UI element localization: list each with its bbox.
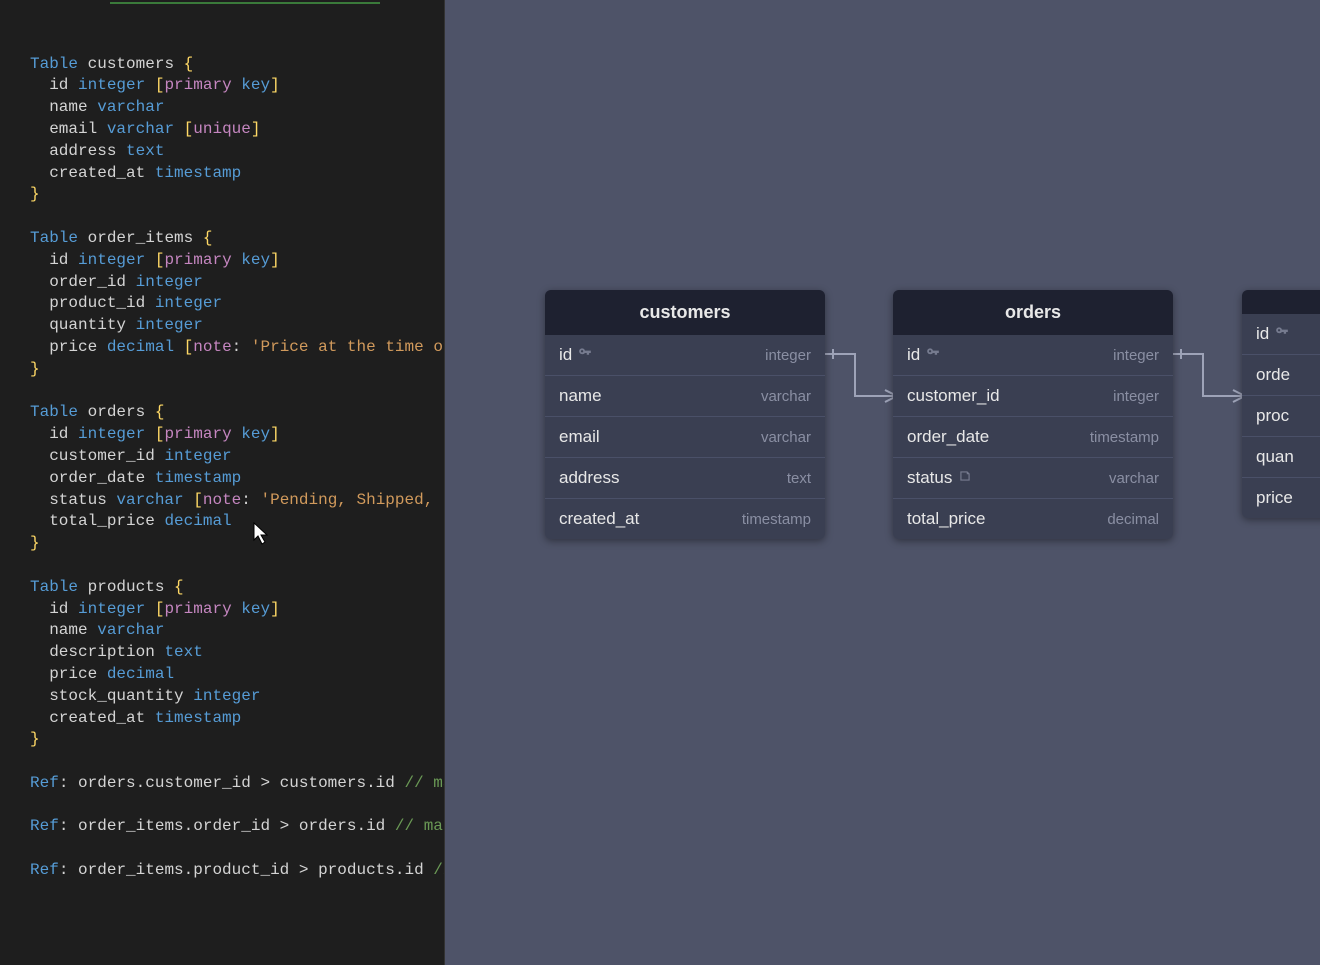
code-line[interactable]: id integer [primary key] bbox=[30, 599, 444, 621]
db-field-name: created_at bbox=[559, 509, 639, 529]
db-field-row[interactable]: total_price decimal bbox=[893, 498, 1173, 539]
db-field-type: text bbox=[787, 470, 811, 487]
diagram-canvas[interactable]: customersidintegernamevarcharemailvarcha… bbox=[445, 0, 1320, 965]
code-line[interactable]: created_at timestamp bbox=[30, 708, 444, 730]
code-line[interactable]: Ref: order_items.product_id > products.i… bbox=[30, 860, 444, 882]
db-field-name: email bbox=[559, 427, 600, 447]
db-field-row[interactable]: id integer bbox=[545, 335, 825, 375]
code-line[interactable] bbox=[30, 795, 444, 817]
db-field-row[interactable]: id integer bbox=[893, 335, 1173, 375]
code-line[interactable]: customer_id integer bbox=[30, 446, 444, 468]
db-field-name: orde bbox=[1256, 365, 1290, 385]
db-field-name: id bbox=[559, 345, 592, 365]
code-line[interactable]: name varchar bbox=[30, 97, 444, 119]
code-line[interactable]: Ref: order_items.order_id > orders.id //… bbox=[30, 816, 444, 838]
db-field-row[interactable]: address text bbox=[545, 457, 825, 498]
code-line[interactable]: description text bbox=[30, 642, 444, 664]
relation-connector-1 bbox=[825, 340, 900, 410]
code-line[interactable]: id integer [primary key] bbox=[30, 250, 444, 272]
code-line[interactable]: order_date timestamp bbox=[30, 468, 444, 490]
code-line[interactable]: product_id integer bbox=[30, 293, 444, 315]
db-field-type: timestamp bbox=[742, 511, 811, 528]
code-line[interactable]: } bbox=[30, 184, 444, 206]
db-table-orders[interactable]: orders id integer customer_id integer order_d… bbox=[893, 290, 1173, 539]
db-field-row[interactable]: customer_id integer bbox=[893, 375, 1173, 416]
db-field-name: address bbox=[559, 468, 619, 488]
code-editor-pane[interactable]: Table customers { id integer [primary ke… bbox=[0, 0, 445, 965]
db-field-type: integer bbox=[1113, 347, 1159, 364]
db-field-row[interactable]: idinteger bbox=[1242, 314, 1320, 354]
mouse-cursor-icon bbox=[253, 522, 271, 546]
top-underline bbox=[110, 2, 380, 4]
code-line[interactable]: Ref: orders.customer_id > customers.id /… bbox=[30, 773, 444, 795]
relation-connector-2 bbox=[1173, 340, 1248, 410]
db-field-row[interactable]: orde bbox=[1242, 354, 1320, 395]
code-line[interactable]: } bbox=[30, 729, 444, 751]
db-field-type: integer bbox=[765, 347, 811, 364]
db-field-name: name bbox=[559, 386, 602, 406]
db-field-name: status bbox=[907, 468, 972, 488]
code-line[interactable]: Table order_items { bbox=[30, 228, 444, 250]
db-field-row[interactable]: created_at timestamp bbox=[545, 498, 825, 539]
code-line[interactable]: Table orders { bbox=[30, 402, 444, 424]
db-field-name: order_date bbox=[907, 427, 989, 447]
code-line[interactable]: price decimal [note: 'Price at the time … bbox=[30, 337, 444, 359]
db-field-type: timestamp bbox=[1090, 429, 1159, 446]
primary-key-icon bbox=[1275, 324, 1289, 344]
db-field-row[interactable]: email varchar bbox=[545, 416, 825, 457]
primary-key-icon bbox=[926, 345, 940, 365]
code-line[interactable]: status varchar [note: 'Pending, Shipped,… bbox=[30, 490, 444, 512]
code-line[interactable]: id integer [primary key] bbox=[30, 424, 444, 446]
db-table-header bbox=[1242, 290, 1320, 314]
db-field-type: integer bbox=[1113, 388, 1159, 405]
code-line[interactable]: quantity integer bbox=[30, 315, 444, 337]
code-line[interactable] bbox=[30, 838, 444, 860]
code-line[interactable]: } bbox=[30, 359, 444, 381]
code-line[interactable] bbox=[30, 32, 444, 54]
code-line[interactable]: price decimal bbox=[30, 664, 444, 686]
db-field-name: customer_id bbox=[907, 386, 1000, 406]
db-field-type: varchar bbox=[761, 388, 811, 405]
code-line[interactable]: Table products { bbox=[30, 577, 444, 599]
db-table-customers[interactable]: customers id integer name varchar email varcha… bbox=[545, 290, 825, 539]
db-field-row[interactable]: price bbox=[1242, 477, 1320, 518]
code-line[interactable]: email varchar [unique] bbox=[30, 119, 444, 141]
db-field-row[interactable]: name varchar bbox=[545, 375, 825, 416]
db-field-name: proc bbox=[1256, 406, 1289, 426]
code-line[interactable]: name varchar bbox=[30, 620, 444, 642]
db-field-row[interactable]: order_date timestamp bbox=[893, 416, 1173, 457]
code-line[interactable]: address text bbox=[30, 141, 444, 163]
code-line[interactable]: created_at timestamp bbox=[30, 163, 444, 185]
db-field-type: varchar bbox=[761, 429, 811, 446]
code-line[interactable]: Table customers { bbox=[30, 54, 444, 76]
db-table-header: orders bbox=[893, 290, 1173, 335]
db-field-row[interactable]: quan bbox=[1242, 436, 1320, 477]
code-line[interactable] bbox=[30, 555, 444, 577]
db-field-name: quan bbox=[1256, 447, 1294, 467]
code-line[interactable] bbox=[30, 10, 444, 32]
db-field-name: price bbox=[1256, 488, 1293, 508]
code-line[interactable]: order_id integer bbox=[30, 272, 444, 294]
code-line[interactable]: } bbox=[30, 533, 444, 555]
code-line[interactable] bbox=[30, 206, 444, 228]
db-table-header: customers bbox=[545, 290, 825, 335]
db-field-name: id bbox=[1256, 324, 1289, 344]
db-field-type: decimal bbox=[1107, 511, 1159, 528]
db-field-type: varchar bbox=[1109, 470, 1159, 487]
db-table-partial[interactable]: idinteger orde proc quan price bbox=[1242, 290, 1320, 518]
code-line[interactable]: stock_quantity integer bbox=[30, 686, 444, 708]
code-line[interactable] bbox=[30, 882, 444, 904]
code-line[interactable] bbox=[30, 381, 444, 403]
note-icon bbox=[958, 468, 972, 488]
db-field-row[interactable]: status varchar bbox=[893, 457, 1173, 498]
code-line[interactable]: id integer [primary key] bbox=[30, 75, 444, 97]
code-line[interactable]: total_price decimal bbox=[30, 511, 444, 533]
db-field-row[interactable]: proc bbox=[1242, 395, 1320, 436]
db-field-name: id bbox=[907, 345, 940, 365]
db-field-name: total_price bbox=[907, 509, 985, 529]
code-line[interactable] bbox=[30, 751, 444, 773]
primary-key-icon bbox=[578, 345, 592, 365]
